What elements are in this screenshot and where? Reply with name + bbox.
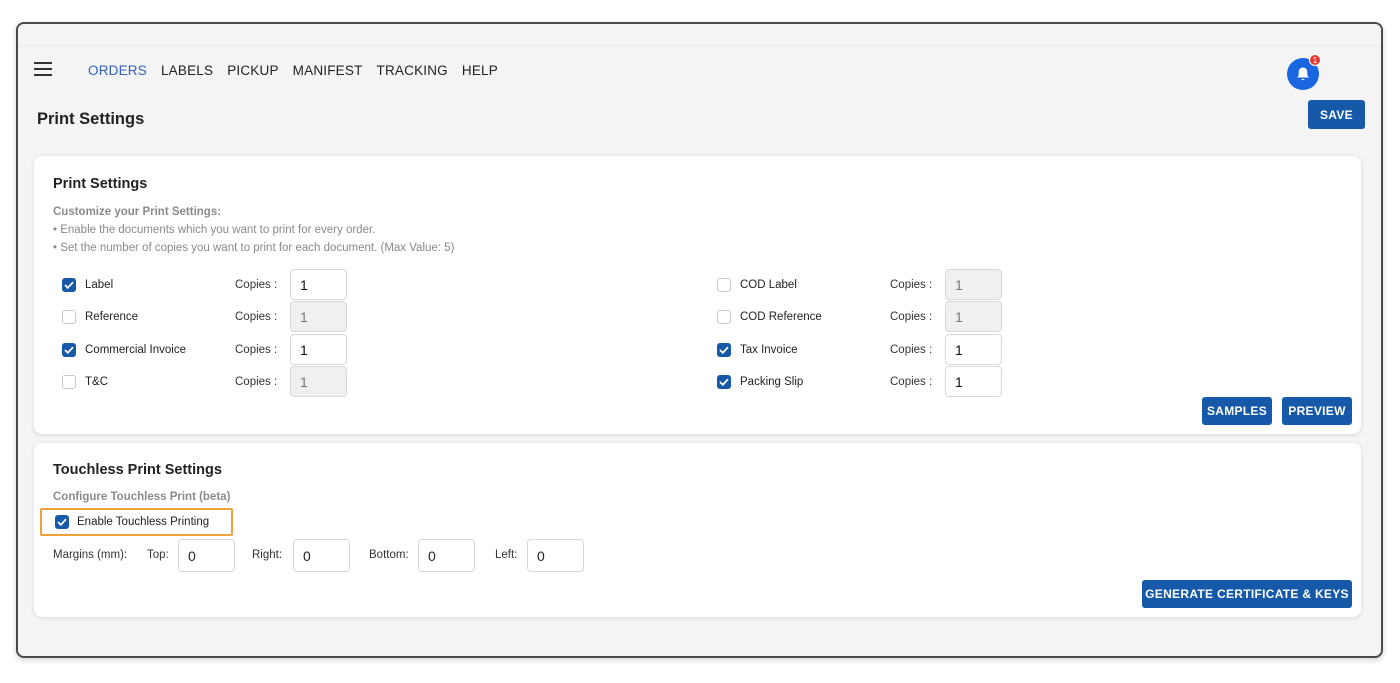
margin-bottom-label: Bottom: xyxy=(369,549,409,561)
nav-manifest[interactable]: MANIFEST xyxy=(293,63,363,78)
copies-input-reference[interactable]: 1 xyxy=(290,301,347,332)
copies-input-commercial-invoice[interactable]: 1 xyxy=(290,334,347,365)
enable-touchless-checkbox[interactable]: Enable Touchless Printing xyxy=(40,508,233,536)
copies-input-packing-slip[interactable]: 1 xyxy=(945,366,1002,397)
copies-input-cod-reference[interactable]: 1 xyxy=(945,301,1002,332)
copies-label-cod-label: Copies : xyxy=(890,279,933,291)
document-label-tax-invoice: Tax Invoice xyxy=(740,344,798,356)
checkbox-packing-slip[interactable] xyxy=(717,375,731,389)
copies-label-packing-slip: Copies : xyxy=(890,376,933,388)
margin-left-input[interactable]: 0 xyxy=(527,539,584,572)
print-settings-title: Print Settings xyxy=(53,176,148,192)
margin-bottom-input[interactable]: 0 xyxy=(418,539,475,572)
copies-input-t-c[interactable]: 1 xyxy=(290,366,347,397)
notifications-bell-icon[interactable]: 1 xyxy=(1287,54,1321,90)
window-top-strip xyxy=(18,24,1381,46)
nav-labels[interactable]: LABELS xyxy=(161,63,213,78)
generate-certificate-button[interactable]: GENERATE CERTIFICATE & KEYS xyxy=(1142,580,1352,608)
page-title: Print Settings xyxy=(37,110,145,128)
nav-help[interactable]: HELP xyxy=(462,63,498,78)
checkbox-cod-label[interactable] xyxy=(717,278,731,292)
document-label-cod-label: COD Label xyxy=(740,279,797,291)
nav-orders[interactable]: ORDERS xyxy=(88,63,147,78)
save-button[interactable]: SAVE xyxy=(1308,100,1365,129)
print-settings-subhead: Customize your Print Settings: xyxy=(53,206,222,218)
nav-pickup[interactable]: PICKUP xyxy=(227,63,278,78)
document-label-cod-reference: COD Reference xyxy=(740,311,822,323)
nav-links: ORDERS LABELS PICKUP MANIFEST TRACKING H… xyxy=(88,63,498,78)
print-settings-bullet-2: • Set the number of copies you want to p… xyxy=(53,242,455,254)
print-settings-bullet-1: • Enable the documents which you want to… xyxy=(53,224,376,236)
copies-input-cod-label[interactable]: 1 xyxy=(945,269,1002,300)
menu-icon[interactable] xyxy=(34,62,52,76)
document-label-t-c: T&C xyxy=(85,376,108,388)
checkbox-reference[interactable] xyxy=(62,310,76,324)
nav-tracking[interactable]: TRACKING xyxy=(377,63,448,78)
checkbox-cod-reference[interactable] xyxy=(717,310,731,324)
document-row-t-c: T&C Copies : 1 xyxy=(62,366,382,397)
touchless-title: Touchless Print Settings xyxy=(53,462,222,478)
copies-input-label[interactable]: 1 xyxy=(290,269,347,300)
checkbox-commercial-invoice[interactable] xyxy=(62,343,76,357)
samples-button[interactable]: SAMPLES xyxy=(1202,397,1272,425)
app-window: ORDERS LABELS PICKUP MANIFEST TRACKING H… xyxy=(16,22,1383,658)
checkbox-tax-invoice[interactable] xyxy=(717,343,731,357)
touchless-card: Touchless Print Settings Configure Touch… xyxy=(34,443,1361,617)
document-row-reference: Reference Copies : 1 xyxy=(62,301,382,332)
document-row-cod-label: COD Label Copies : 1 xyxy=(717,269,1037,300)
document-row-commercial-invoice: Commercial Invoice Copies : 1 xyxy=(62,334,382,365)
document-label-packing-slip: Packing Slip xyxy=(740,376,804,388)
document-label-label: Label xyxy=(85,279,114,291)
copies-label-tax-invoice: Copies : xyxy=(890,344,933,356)
margin-top-input[interactable]: 0 xyxy=(178,539,235,572)
top-nav: ORDERS LABELS PICKUP MANIFEST TRACKING H… xyxy=(18,46,1381,96)
enable-touchless-checkbox-icon[interactable] xyxy=(55,515,69,529)
copies-label-commercial-invoice: Copies : xyxy=(235,344,278,356)
document-label-commercial-invoice: Commercial Invoice xyxy=(85,344,186,356)
notification-badge: 1 xyxy=(1309,54,1321,66)
print-settings-card: Print Settings Customize your Print Sett… xyxy=(34,156,1361,434)
margins-label: Margins (mm): xyxy=(53,549,128,561)
document-row-packing-slip: Packing Slip Copies : 1 xyxy=(717,366,1037,397)
document-row-tax-invoice: Tax Invoice Copies : 1 xyxy=(717,334,1037,365)
copies-label-reference: Copies : xyxy=(235,311,278,323)
document-row-cod-reference: COD Reference Copies : 1 xyxy=(717,301,1037,332)
touchless-subhead: Configure Touchless Print (beta) xyxy=(53,491,231,503)
copies-label-label: Copies : xyxy=(235,279,278,291)
copies-input-tax-invoice[interactable]: 1 xyxy=(945,334,1002,365)
document-row-label: Label Copies : 1 xyxy=(62,269,382,300)
margin-left-label: Left: xyxy=(495,549,518,561)
margin-right-label: Right: xyxy=(252,549,283,561)
margin-top-label: Top: xyxy=(147,549,169,561)
copies-label-cod-reference: Copies : xyxy=(890,311,933,323)
copies-label-t-c: Copies : xyxy=(235,376,278,388)
preview-button[interactable]: PREVIEW xyxy=(1282,397,1352,425)
document-label-reference: Reference xyxy=(85,311,139,323)
enable-touchless-label: Enable Touchless Printing xyxy=(77,516,210,528)
bell-icon xyxy=(1297,67,1309,80)
checkbox-t-c[interactable] xyxy=(62,375,76,389)
margin-right-input[interactable]: 0 xyxy=(293,539,350,572)
checkbox-label[interactable] xyxy=(62,278,76,292)
